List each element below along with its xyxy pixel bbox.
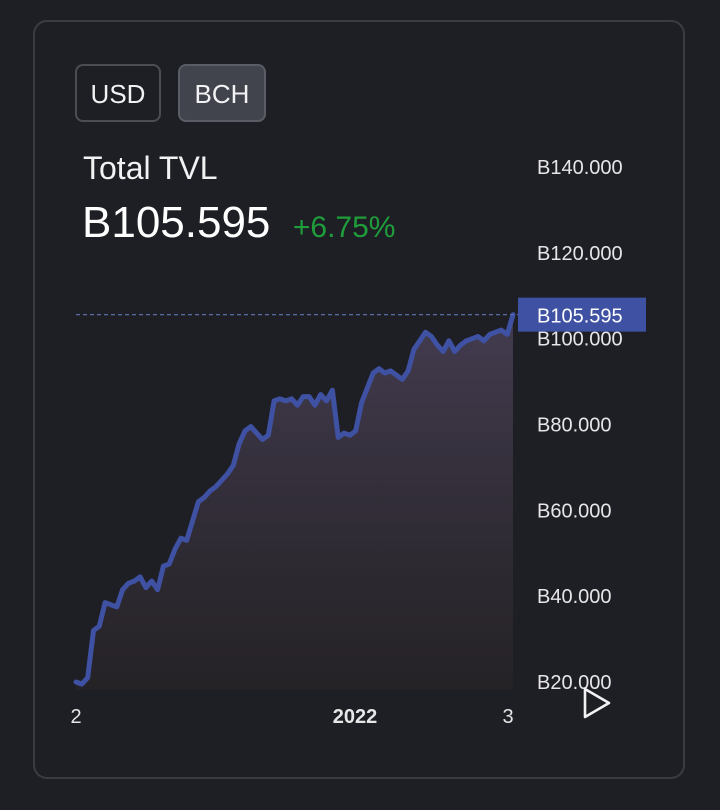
- x-tick-label: 2: [70, 706, 81, 728]
- play-icon[interactable]: [582, 686, 612, 720]
- y-tick-label: B140.000: [537, 157, 623, 179]
- chart-area-fill: [76, 314, 513, 690]
- y-tick-label: B60.000: [537, 500, 612, 522]
- x-tick-label: 3: [502, 706, 513, 728]
- y-tick-label: B80.000: [537, 415, 612, 437]
- y-tick-label: B40.000: [537, 586, 612, 608]
- tvl-chart: B140.000 B120.000 B100.000 B80.000 B60.000 B4…: [70, 157, 646, 728]
- x-tick-label: 2022: [333, 706, 378, 728]
- current-value-badge-label: B105.595: [537, 306, 623, 328]
- y-tick-label: B120.000: [537, 243, 623, 265]
- y-tick-label: B100.000: [537, 329, 623, 351]
